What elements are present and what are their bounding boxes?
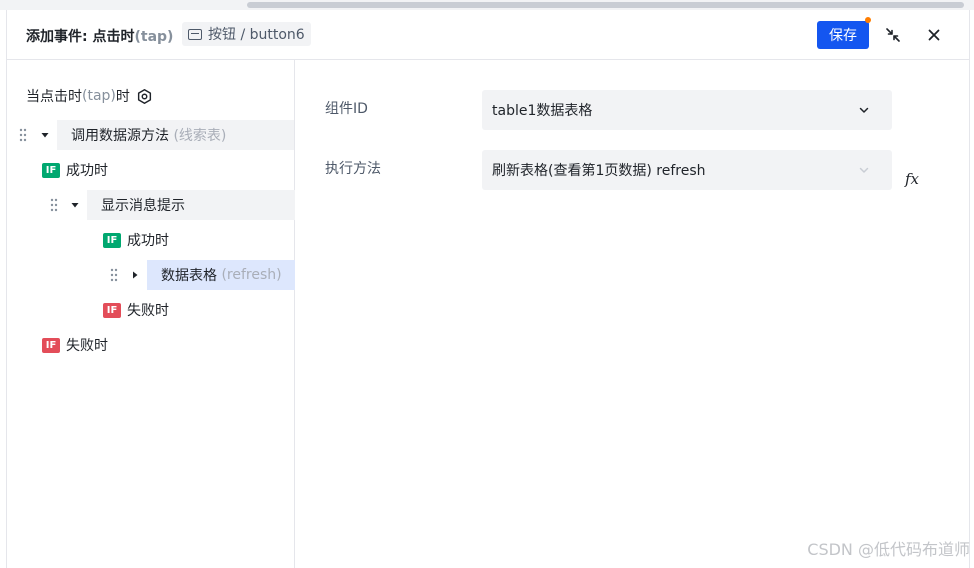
tree-node-success-branch[interactable]: IF 成功时 <box>103 225 169 255</box>
chevron-down-icon <box>859 107 869 113</box>
tree-node-label: 失败时 <box>127 303 169 319</box>
component-id-select[interactable]: table1数据表格 <box>482 90 892 130</box>
tree-node-fail-branch[interactable]: IF 失败时 <box>42 330 108 360</box>
tree-node-success-branch[interactable]: IF 成功时 <box>42 155 108 185</box>
add-event-dialog: 添加事件: 点击时(tap) 按钮 / button6 保存 当点击时 (tap)… <box>6 10 970 568</box>
action-tree-panel: 当点击时(tap)时 调用数据源方法 (线索表) IF 成功时 显示消息提示 <box>7 60 295 568</box>
tree-node-fail-branch[interactable]: IF 失败时 <box>103 295 169 325</box>
chevron-down-icon <box>859 167 869 173</box>
tree-root-label: 当点击时 <box>26 89 82 105</box>
tree-node-hint: (线索表) <box>173 128 227 144</box>
tree-node-call-datasource[interactable]: 调用数据源方法 (线索表) <box>19 120 294 150</box>
caret-down-icon[interactable] <box>37 127 53 143</box>
component-tag: 按钮 / button6 <box>182 22 311 46</box>
method-value: 刷新表格(查看第1页数据) refresh <box>492 163 706 179</box>
if-badge: IF <box>103 232 121 248</box>
component-id-label: 组件ID <box>325 101 368 117</box>
method-label: 执行方法 <box>325 161 381 177</box>
method-select[interactable]: 刷新表格(查看第1页数据) refresh <box>482 150 892 190</box>
horizontal-scrollbar[interactable] <box>0 0 974 10</box>
tree-node-pill[interactable]: 显示消息提示 <box>87 190 295 220</box>
save-button[interactable]: 保存 <box>817 21 869 49</box>
dialog-header: 添加事件: 点击时(tap) 按钮 / button6 保存 <box>7 10 969 60</box>
tree-node-label: 失败时 <box>66 338 108 354</box>
if-badge: IF <box>42 162 60 178</box>
tree-node-label: 显示消息提示 <box>101 198 185 214</box>
tree-node-hint: (refresh) <box>221 267 282 283</box>
component-tag-label: 按钮 / button6 <box>208 27 305 43</box>
tree-node-label: 成功时 <box>127 233 169 249</box>
dialog-title-text: 添加事件: 点击时 <box>26 29 135 45</box>
close-icon[interactable] <box>925 26 943 44</box>
tree-node-label: 调用数据源方法 <box>71 128 169 144</box>
dialog-title-event: (tap) <box>134 29 174 45</box>
button-component-icon <box>188 28 202 40</box>
tree-node-label: 数据表格 <box>161 268 217 284</box>
watermark: CSDN @低代码布道师 <box>807 540 970 559</box>
fx-icon[interactable]: fx <box>905 170 919 188</box>
tree-root-suffix: 时 <box>115 89 130 105</box>
if-badge: IF <box>103 302 121 318</box>
tree-node-label: 成功时 <box>66 163 108 179</box>
dialog-title: 添加事件: 点击时(tap) <box>26 26 173 46</box>
drag-handle-icon[interactable] <box>19 128 27 142</box>
scrollbar-thumb[interactable] <box>247 2 964 8</box>
collapse-icon[interactable] <box>884 26 902 44</box>
caret-right-icon[interactable] <box>127 267 143 283</box>
component-id-value: table1数据表格 <box>492 103 593 119</box>
settings-icon[interactable] <box>136 88 153 105</box>
tree-node-pill-selected[interactable]: 数据表格 (refresh) <box>147 260 295 290</box>
tree-root: 当点击时 (tap) 时 <box>26 86 153 106</box>
if-badge: IF <box>42 337 60 353</box>
tree-node-show-message[interactable]: 显示消息提示 <box>50 190 295 220</box>
tree-node-table-refresh[interactable]: 数据表格 (refresh) <box>110 260 295 290</box>
tree-root-event: (tap) <box>82 88 116 104</box>
caret-down-icon[interactable] <box>67 197 83 213</box>
drag-handle-icon[interactable] <box>50 198 58 212</box>
drag-handle-icon[interactable] <box>110 268 118 282</box>
unsaved-dot <box>865 17 871 23</box>
tree-node-pill[interactable]: 调用数据源方法 (线索表) <box>57 120 294 150</box>
